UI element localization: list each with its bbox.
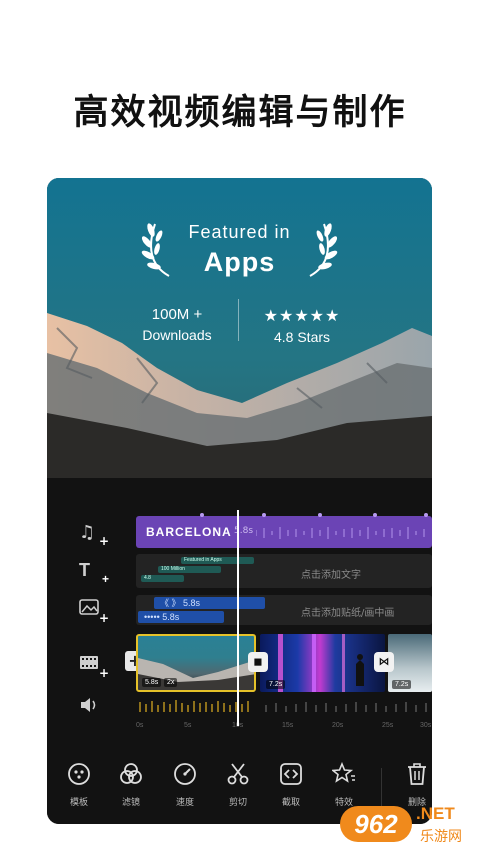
sticker-clip-prefix: ••••• bbox=[144, 612, 160, 622]
text-track[interactable]: Featured in Apps 100 Million 4.8 点击添加文字 bbox=[136, 554, 432, 588]
trash-icon bbox=[408, 763, 426, 785]
page-headline: 高效视频编辑与制作 bbox=[73, 93, 407, 133]
sticker-clip[interactable]: ••••• 5.8s bbox=[138, 611, 224, 623]
time-ruler: 0s 5s 10s 15s 20s 25s 30s bbox=[136, 722, 432, 734]
speed-icon bbox=[174, 763, 196, 785]
toolbar-label: 剪切 bbox=[228, 798, 247, 808]
toolbar-label: 滤镜 bbox=[121, 798, 140, 808]
sticker-clip-duration: 5.8s bbox=[183, 598, 201, 608]
audio-waveform bbox=[139, 700, 427, 712]
downloads-label: Downloads bbox=[142, 327, 212, 343]
hero-banner: Featured in Apps 100M + Downloads ★★★★★ … bbox=[47, 178, 432, 478]
add-video-icon[interactable]: + bbox=[79, 654, 109, 680]
video-track[interactable]: 5.8s 2x 7.2s 7.2s ◼ ⋈ bbox=[136, 634, 432, 692]
beat-markers bbox=[200, 513, 428, 517]
featured-line1: Featured in bbox=[188, 222, 291, 242]
toolbar-item-cut[interactable]: 剪切 bbox=[218, 762, 258, 808]
text-clip[interactable]: 100 Million bbox=[158, 566, 221, 573]
ruler-tick: 0s bbox=[136, 722, 144, 729]
downloads-value: 100M + bbox=[151, 306, 203, 323]
effects-icon bbox=[332, 762, 355, 783]
music-title: BARCELONA bbox=[146, 525, 232, 539]
site-watermark: 962 .NET 乐游网 bbox=[340, 800, 478, 850]
sticker-clip-duration: 5.8s bbox=[162, 612, 180, 622]
clip-duration-tag: 7.2s bbox=[392, 680, 412, 689]
watermark-suffix: .NET bbox=[416, 804, 455, 823]
add-text-icon[interactable]: T + bbox=[79, 560, 109, 586]
downloads-stat: 100M + Downloads bbox=[127, 306, 227, 343]
watermark-sub: 乐游网 bbox=[420, 829, 462, 845]
ruler-tick: 15s bbox=[282, 722, 294, 729]
toolbar-label: 截取 bbox=[281, 798, 300, 808]
filter-icon bbox=[120, 763, 142, 784]
text-clip[interactable]: 4.8 bbox=[141, 575, 184, 582]
toolbar-item-filter[interactable]: 滤镜 bbox=[111, 762, 151, 808]
toolbar-item-template[interactable]: 模板 bbox=[59, 762, 99, 808]
template-icon bbox=[68, 763, 90, 785]
ruler-tick: 20s bbox=[332, 722, 344, 729]
clip-duration-tag: 5.8s bbox=[142, 678, 162, 687]
sticker-clip[interactable]: 《 》 5.8s bbox=[154, 597, 265, 609]
ruler-tick: 5s bbox=[184, 722, 192, 729]
add-music-icon[interactable]: ♫ + bbox=[79, 522, 109, 548]
rating-stars: ★★★★★ bbox=[263, 308, 341, 325]
toolbar-label: 速度 bbox=[175, 798, 194, 808]
text-clip[interactable]: Featured in Apps bbox=[181, 557, 254, 564]
watermark-brand: 962 bbox=[340, 806, 412, 842]
sticker-track[interactable]: 《 》 5.8s ••••• 5.8s 点击添加贴纸/画中画 bbox=[136, 595, 432, 625]
scissors-icon bbox=[227, 763, 249, 785]
text-hint: 点击添加文字 bbox=[301, 570, 361, 581]
video-clip[interactable]: 7.2s bbox=[388, 634, 432, 692]
rating-stat: ★★★★★ 4.8 Stars bbox=[252, 306, 352, 345]
music-waveform bbox=[256, 527, 425, 539]
phone-screenshot: Featured in Apps 100M + Downloads ★★★★★ … bbox=[47, 178, 432, 824]
volume-icon[interactable] bbox=[79, 696, 103, 718]
timeline-editor: ♫ + T + + + BARCELONA 5.8s Featured in A… bbox=[47, 478, 432, 824]
playhead[interactable] bbox=[237, 510, 239, 726]
trim-icon bbox=[280, 763, 302, 785]
clip-duration-tag: 7.2s bbox=[266, 680, 286, 689]
toolbar-item-speed[interactable]: 速度 bbox=[165, 762, 205, 808]
stat-divider bbox=[238, 299, 239, 341]
video-clip[interactable]: 7.2s bbox=[260, 634, 385, 692]
transition-bowtie-button[interactable]: ⋈ bbox=[374, 652, 394, 672]
toolbar-label: 模板 bbox=[69, 798, 88, 808]
clip-speed-tag: 2x bbox=[164, 678, 178, 687]
ruler-tick: 25s bbox=[382, 722, 394, 729]
music-track[interactable]: BARCELONA 5.8s bbox=[136, 513, 432, 548]
featured-badge: Featured in Apps bbox=[167, 222, 312, 278]
sticker-hint: 点击添加贴纸/画中画 bbox=[301, 608, 395, 619]
ruler-tick: 30s bbox=[420, 722, 432, 729]
add-sticker-icon[interactable]: + bbox=[79, 599, 109, 625]
rating-label: 4.8 Stars bbox=[273, 329, 331, 345]
sticker-clip-prefix: 《 》 bbox=[160, 598, 181, 608]
transition-button[interactable]: ◼ bbox=[248, 652, 268, 672]
toolbar-item-trim[interactable]: 截取 bbox=[271, 762, 311, 808]
featured-line2: Apps bbox=[203, 247, 276, 277]
